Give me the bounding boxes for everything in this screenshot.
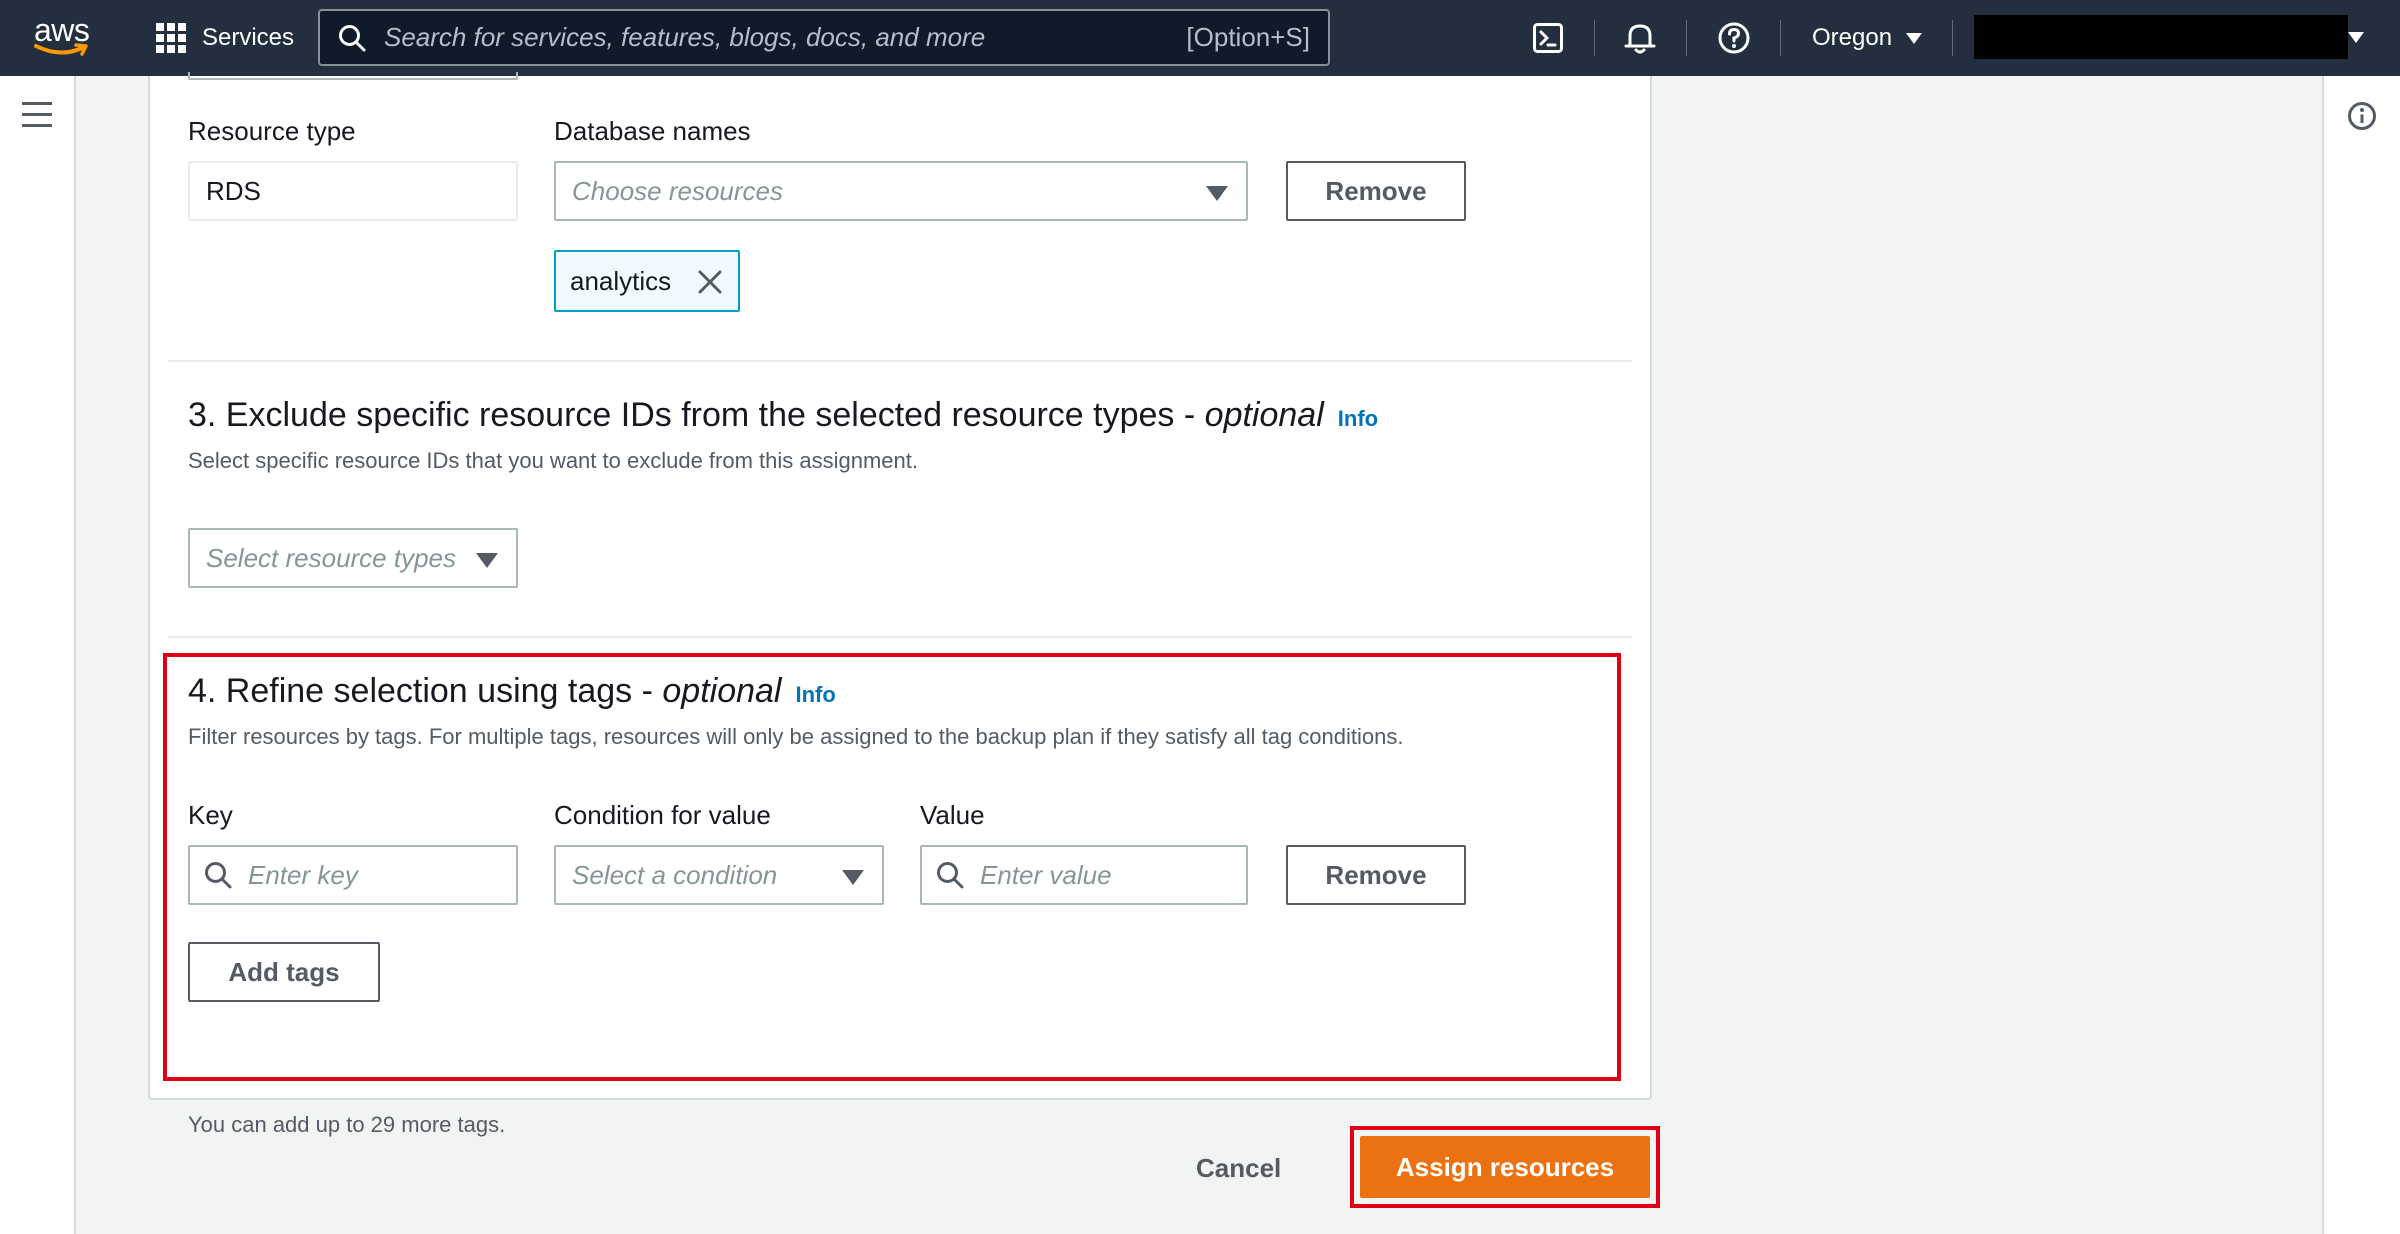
bell-icon[interactable] <box>1620 18 1660 58</box>
resource-types-select[interactable]: Select resource types <box>188 528 518 588</box>
cancel-button[interactable]: Cancel <box>1196 1144 1281 1192</box>
aws-smile-icon <box>34 43 88 56</box>
caret-down-icon <box>1906 32 1923 44</box>
services-grid-icon <box>156 23 186 53</box>
info-panel-icon[interactable] <box>2346 100 2378 132</box>
tag-limit-note: You can add up to 29 more tags. <box>188 1112 506 1137</box>
region-label: Oregon <box>1812 24 1893 51</box>
right-tools-rail <box>2322 76 2400 1234</box>
section3-optional-text: optional <box>1204 396 1324 434</box>
resource-type-label: Resource type <box>188 116 356 146</box>
global-search[interactable]: [Option+S] <box>318 9 1330 66</box>
close-icon[interactable] <box>696 268 724 296</box>
help-icon[interactable] <box>1714 18 1754 58</box>
menu-hamburger-icon[interactable] <box>22 102 54 128</box>
account-menu-redacted[interactable] <box>1974 15 2348 59</box>
assign-resources-button[interactable]: Assign resources <box>1360 1136 1650 1198</box>
section-divider <box>168 636 1632 638</box>
aws-logo[interactable]: aws <box>32 12 92 58</box>
section3-info-link[interactable]: Info <box>1338 406 1378 431</box>
previous-field-edge <box>188 72 518 80</box>
token-analytics: analytics <box>554 250 740 312</box>
remove-resource-button[interactable]: Remove <box>1286 161 1466 221</box>
section3-title: 3. Exclude specific resource IDs from th… <box>188 396 1378 435</box>
database-names-label: Database names <box>554 116 751 146</box>
database-names-placeholder: Choose resources <box>572 175 783 206</box>
search-shortcut-hint: [Option+S] <box>1186 22 1310 52</box>
highlight-box-tags-section <box>163 653 1621 1081</box>
resource-type-field: RDS <box>188 161 518 221</box>
token-label: analytics <box>570 265 672 296</box>
services-label: Services <box>202 24 295 51</box>
global-search-input[interactable] <box>384 22 1187 53</box>
top-navigation: aws Services [Option+S] <box>0 0 2400 76</box>
section3-description: Select specific resource IDs that you wa… <box>188 448 918 473</box>
caret-down-icon <box>1206 186 1228 201</box>
account-caret-down-icon[interactable] <box>2348 32 2364 43</box>
database-names-select[interactable]: Choose resources <box>554 161 1248 221</box>
region-selector[interactable]: Oregon <box>1812 0 1923 76</box>
resource-types-placeholder: Select resource types <box>206 542 457 573</box>
section3-title-text: 3. Exclude specific resource IDs from th… <box>188 396 1205 434</box>
left-navigation-rail <box>0 76 76 1234</box>
section-divider <box>168 360 1632 362</box>
search-icon <box>339 24 366 51</box>
resource-type-value: RDS <box>206 175 261 206</box>
cloudshell-icon[interactable] <box>1528 18 1568 58</box>
services-menu-button[interactable]: Services <box>156 0 294 76</box>
caret-down-icon <box>476 553 498 568</box>
